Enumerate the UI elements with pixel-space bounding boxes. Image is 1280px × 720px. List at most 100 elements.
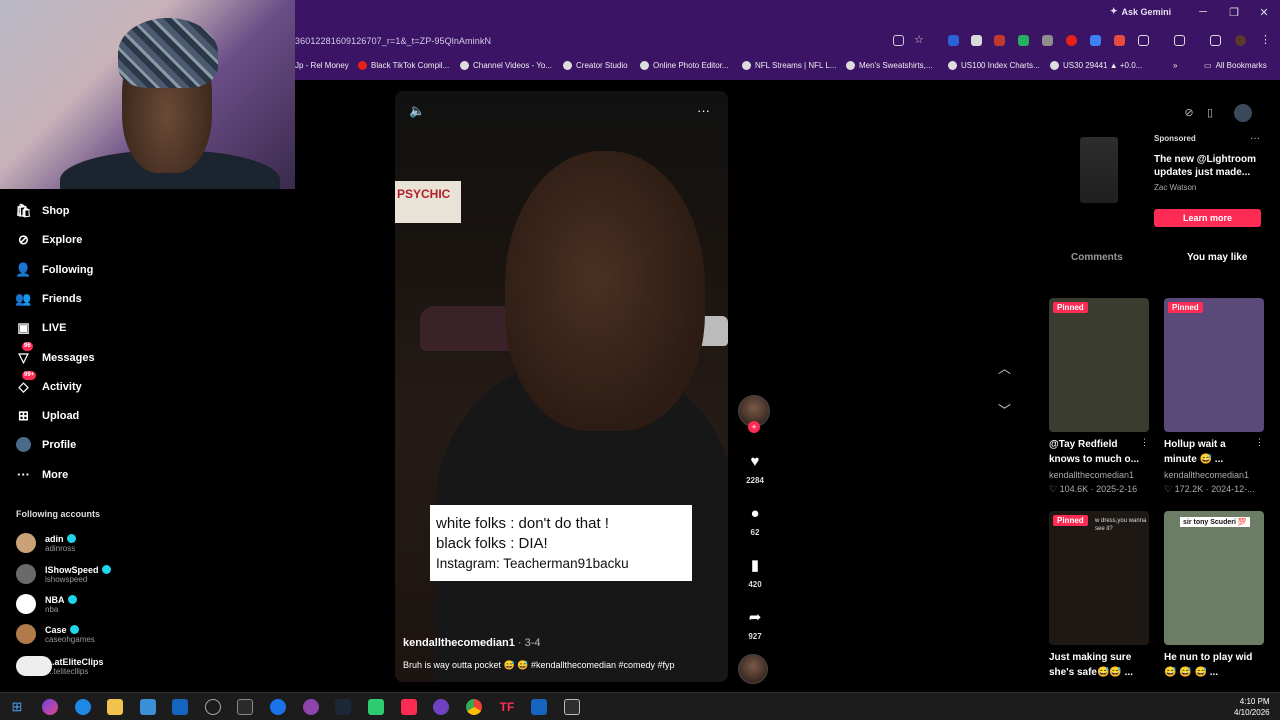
account-item[interactable]: Case caseohgames [16, 624, 95, 644]
sidebar-item-shop[interactable]: 🛍 Shop [15, 203, 69, 218]
recommended-more-icon[interactable]: ⋮ [1140, 437, 1149, 448]
phone-icon[interactable]: ▯ [1201, 104, 1219, 122]
ad-more-icon[interactable]: ··· [1250, 133, 1260, 144]
bookmark-item[interactable]: Jp - Rel Money [295, 61, 349, 70]
copilot-icon[interactable] [42, 699, 58, 715]
extension-icon[interactable] [1042, 35, 1053, 46]
recommended-title-line2[interactable]: she's safe😅😅 ... [1049, 665, 1149, 680]
sidebar-item-upload[interactable]: ⊞ Upload [16, 408, 79, 423]
app-icon[interactable] [270, 699, 286, 715]
account-item[interactable]: NBA nba [16, 594, 77, 614]
sidebar-item-explore[interactable]: ⊘ Explore [16, 232, 82, 247]
sidebar-item-friends[interactable]: 👥 Friends [15, 291, 81, 306]
save-button[interactable]: ▮ 420 [737, 557, 773, 589]
store-icon[interactable] [140, 699, 156, 715]
ad-title[interactable]: The new @Lightroom updates just made... [1154, 153, 1264, 179]
sidebar-item-following[interactable]: 👤 Following [15, 262, 93, 277]
outlook-icon[interactable] [172, 699, 188, 715]
bookmark-item[interactable]: Online Photo Editor... [640, 61, 729, 70]
recommended-title[interactable]: Just making sure [1049, 650, 1149, 665]
extension-icon[interactable] [1114, 35, 1125, 46]
app-icon[interactable] [564, 699, 580, 715]
install-icon[interactable] [893, 35, 904, 46]
edge-icon[interactable] [75, 699, 91, 715]
bookmarks-overflow-icon[interactable]: » [1173, 61, 1177, 70]
learn-more-button[interactable]: Learn more [1154, 209, 1261, 227]
extension-icon[interactable] [994, 35, 1005, 46]
extension-icon[interactable] [971, 35, 982, 46]
all-bookmarks-button[interactable]: ▭ All Bookmarks [1204, 61, 1267, 70]
recommended-title[interactable]: He nun to play wid [1164, 650, 1264, 665]
tab-comments[interactable]: Comments [1071, 252, 1123, 263]
extension-icon[interactable] [1090, 35, 1101, 46]
video-author[interactable]: kendallthecomedian1 · 3-4 [403, 637, 541, 649]
follow-plus-icon[interactable]: + [748, 421, 760, 433]
tab-search-icon[interactable] [1174, 35, 1185, 46]
share-button[interactable]: ➦ 927 [737, 609, 773, 641]
account-item[interactable]: adin adinross [16, 533, 76, 553]
profile-avatar-icon[interactable] [1235, 35, 1246, 46]
bookmark-item[interactable]: US30 29441 ▲ +0.0... [1050, 61, 1142, 70]
ad-thumbnail[interactable] [1080, 137, 1118, 203]
video-author-name[interactable]: kendallthecomedian1 [403, 637, 515, 649]
bookmark-item[interactable]: Men's Sweatshirts,... [846, 61, 933, 70]
extensions-puzzle-icon[interactable] [1138, 35, 1149, 46]
sidebar-item-live[interactable]: ▣ LIVE [16, 320, 66, 335]
recommended-title[interactable]: Hollup wait a [1164, 437, 1264, 452]
app-icon[interactable] [531, 699, 547, 715]
recommended-title-line2[interactable]: minute 😅 ... [1164, 452, 1264, 467]
app-icon[interactable] [368, 699, 384, 715]
recommended-title-line2[interactable]: 😅 😅 😅 ... [1164, 665, 1264, 680]
windows-start-icon[interactable]: ⊞ [9, 699, 25, 715]
tiktok-icon[interactable] [401, 699, 417, 715]
like-button[interactable]: ♥ 2284 [737, 453, 773, 485]
app-icon[interactable] [303, 699, 319, 715]
recommended-title[interactable]: @Tay Redfield [1049, 437, 1149, 452]
video-more-icon[interactable]: ··· [697, 103, 710, 118]
previous-video-icon[interactable]: ︿ [998, 358, 1011, 377]
sidebar-item-messages[interactable]: ▽ 96 Messages [16, 342, 95, 365]
recommended-author[interactable]: kendallthecomedian1 [1164, 470, 1249, 480]
url-text[interactable]: 36012281609126707_r=1&_t=ZP-95QlnAminkN [295, 36, 491, 46]
minimize-icon[interactable]: ─ [1196, 6, 1210, 18]
sidebar-item-profile[interactable]: Profile [16, 437, 76, 452]
bookmark-item[interactable]: Creator Studio [563, 61, 628, 70]
recommended-video-thumbnail[interactable]: sir tony Scuderi 💯 [1164, 511, 1264, 645]
bookmark-item[interactable]: NFL Streams | NFL L... [742, 61, 837, 70]
extension-icon[interactable] [1066, 35, 1077, 46]
taskbar-clock[interactable]: 4:10 PM 4/10/2026 [1234, 696, 1270, 718]
video-player[interactable]: PSYCHIC white folks : don't do that ! bl… [395, 91, 728, 682]
extension-icon[interactable] [1018, 35, 1029, 46]
bookmark-item[interactable]: US100 Index Charts... [948, 61, 1040, 70]
extension-icon[interactable] [948, 35, 959, 46]
ask-gemini-button[interactable]: ✦ Ask Gemini [1110, 6, 1171, 17]
recommended-author[interactable]: kendallthecomedian1 [1049, 470, 1134, 480]
comment-button[interactable]: ● 62 [737, 505, 773, 537]
chrome-icon[interactable] [466, 699, 482, 715]
downloads-icon[interactable] [1210, 35, 1221, 46]
compass-icon[interactable]: ⊘ [1180, 104, 1198, 122]
bookmark-item[interactable]: Black TikTok Compil... [358, 61, 449, 70]
epic-games-icon[interactable] [237, 699, 253, 715]
recommended-more-icon[interactable]: ⋮ [1255, 437, 1264, 448]
restore-icon[interactable]: ❐ [1227, 6, 1241, 19]
browser-menu-icon[interactable]: ⋮ [1260, 35, 1271, 46]
app-icon[interactable] [433, 699, 449, 715]
bookmark-star-icon[interactable]: ☆ [914, 35, 925, 46]
sound-avatar[interactable] [738, 654, 768, 684]
sidebar-item-more[interactable]: ··· More [16, 467, 68, 482]
next-video-icon[interactable]: ﹀ [998, 400, 1011, 419]
recommended-video-thumbnail[interactable]: Pinned [1049, 298, 1149, 432]
recommended-title-line2[interactable]: knows to much o... [1049, 452, 1149, 467]
steam-icon[interactable] [335, 699, 351, 715]
sidebar-item-activity[interactable]: ◇ 99+ Activity [16, 371, 82, 394]
recommended-video-thumbnail[interactable]: Pinned w dress,you wanna see it? [1049, 511, 1149, 645]
account-item[interactable]: ...atEliteClips ...telitecllips [16, 656, 104, 676]
close-icon[interactable]: ✕ [1257, 6, 1271, 19]
volume-icon[interactable]: 🔈 [409, 103, 425, 119]
account-item[interactable]: IShowSpeed ishowspeed [16, 564, 111, 584]
recommended-video-thumbnail[interactable]: Pinned [1164, 298, 1264, 432]
tab-you-may-like[interactable]: You may like [1187, 252, 1247, 263]
file-explorer-icon[interactable] [107, 699, 123, 715]
app-icon[interactable] [205, 699, 221, 715]
